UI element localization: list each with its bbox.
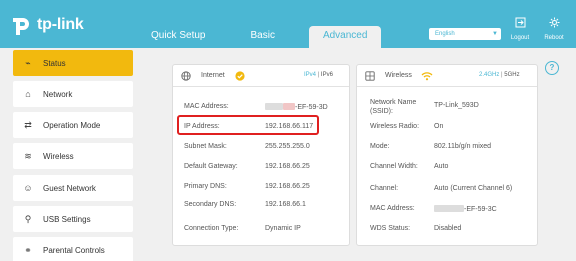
- row-label: Mode:: [370, 143, 390, 150]
- ipv6-tab[interactable]: IPv6: [321, 72, 333, 78]
- row-label: Connection Type:: [184, 225, 239, 232]
- help-button[interactable]: ?: [545, 61, 559, 75]
- row-label: Secondary DNS:: [184, 201, 237, 208]
- row-label: Wireless Radio:: [370, 123, 420, 130]
- row-value-wrap: -EF-59-3D: [265, 103, 328, 111]
- sidebar-item-label: Status: [43, 58, 66, 68]
- separator: |: [317, 72, 320, 78]
- row-label: Subnet Mask:: [184, 143, 227, 150]
- sidebar-item-label: Operation Mode: [43, 120, 101, 130]
- operation-mode-icon: ⇄: [24, 119, 32, 130]
- tab-basic[interactable]: Basic: [239, 26, 285, 48]
- row-label: Channel Width:: [370, 163, 418, 170]
- wireless-panel-header: Wireless 2.4GHz | 5GHz: [357, 65, 537, 87]
- row-value: On: [434, 123, 444, 130]
- sidebar-item-operation-mode[interactable]: ⇄ Operation Mode: [13, 112, 133, 138]
- row-label: Channel:: [370, 185, 399, 192]
- row-label: MAC Address:: [370, 205, 415, 212]
- row-label-wrap: Network Name (SSID):: [370, 98, 416, 116]
- sidebar-item-label: Parental Controls: [43, 245, 105, 255]
- row-value: -EF-59-3D: [295, 104, 328, 111]
- sidebar-item-label: Guest Network: [43, 183, 96, 193]
- wireless-panel: Wireless 2.4GHz | 5GHz Network Name (SSI…: [356, 64, 538, 246]
- band-5g-tab[interactable]: 5GHz: [504, 72, 519, 78]
- globe-icon: [181, 71, 191, 81]
- sidebar-item-label: Network: [43, 89, 73, 99]
- row-value: Auto (Current Channel 6): [434, 185, 513, 192]
- internet-title: Internet: [201, 72, 225, 79]
- usb-icon: ⚲: [24, 213, 32, 224]
- logout-icon: [508, 17, 532, 32]
- row-value: 192.168.66.25: [265, 163, 310, 170]
- row-value: Auto: [434, 163, 449, 170]
- ipv4-tab[interactable]: IPv4: [304, 72, 316, 78]
- row-value: 192.168.66.1: [265, 201, 306, 208]
- guest-icon: ☺: [23, 183, 33, 193]
- language-value: English: [435, 31, 455, 37]
- top-bar: tp-link Quick Setup Basic Advanced Engli…: [0, 0, 576, 48]
- sidebar-item-wireless[interactable]: ≋ Wireless: [13, 143, 133, 169]
- sidebar-item-status[interactable]: ⌁ Status: [13, 50, 133, 76]
- chevron-down-icon: ▼: [492, 31, 498, 37]
- logout-label: Logout: [510, 35, 530, 41]
- row-value: TP-Link_593D: [434, 102, 479, 109]
- row-label: Default Gateway:: [184, 163, 238, 170]
- redacted-block: [434, 205, 464, 212]
- parental-icon: ⚭: [24, 244, 32, 255]
- row-label: WDS Status:: [370, 225, 411, 232]
- router-icon: [365, 71, 375, 81]
- separator: |: [501, 72, 503, 78]
- row-label: Primary DNS:: [184, 183, 227, 190]
- tp-link-logo-icon: [10, 14, 34, 36]
- sidebar-item-label: USB Settings: [43, 214, 91, 224]
- internet-panel-header: Internet IPv4 | IPv6: [173, 65, 349, 87]
- reboot-icon: [542, 17, 566, 32]
- wifi-icon: ≋: [24, 150, 32, 161]
- help-icon: ?: [549, 63, 555, 72]
- pulse-icon: ⌁: [25, 57, 31, 68]
- row-value-wrap: -EF-59-3C: [434, 205, 497, 213]
- row-value: 802.11b/g/n mixed: [434, 143, 492, 150]
- band-toggle: 2.4GHz | 5GHz: [479, 72, 520, 78]
- tab-advanced[interactable]: Advanced: [308, 26, 382, 48]
- ip-version-toggle: IPv4 | IPv6: [304, 72, 333, 78]
- sidebar-item-usb-settings[interactable]: ⚲ USB Settings: [13, 206, 133, 232]
- redacted-block: [265, 103, 283, 110]
- sidebar-item-guest-network[interactable]: ☺ Guest Network: [13, 175, 133, 201]
- tab-quick-setup[interactable]: Quick Setup: [140, 26, 216, 48]
- row-value: Disabled: [434, 225, 462, 232]
- sidebar-item-label: Wireless: [43, 151, 74, 161]
- reboot-label: Reboot: [544, 35, 564, 41]
- tp-link-logo[interactable]: tp-link: [10, 14, 84, 36]
- row-label: MAC Address:: [184, 103, 229, 110]
- ip-address-highlight: [177, 115, 319, 135]
- language-select[interactable]: English ▼: [429, 28, 501, 40]
- network-icon: ⌂: [25, 89, 31, 99]
- row-value: Dynamic IP: [265, 225, 301, 232]
- reboot-button[interactable]: Reboot: [542, 17, 566, 41]
- logout-button[interactable]: Logout: [508, 17, 532, 41]
- internet-panel: Internet IPv4 | IPv6 MAC Address: -EF-59…: [172, 64, 350, 246]
- logo-text: tp-link: [37, 16, 84, 33]
- row-label: Network Name: [370, 99, 417, 106]
- row-label: (SSID):: [370, 108, 393, 115]
- main-nav: Quick Setup Basic Advanced: [140, 26, 404, 48]
- wifi-icon: [421, 71, 433, 81]
- row-value: 192.168.66.25: [265, 183, 310, 190]
- sidebar-item-parental-controls[interactable]: ⚭ Parental Controls: [13, 237, 133, 261]
- row-value: 255.255.255.0: [265, 143, 310, 150]
- band-2g-tab[interactable]: 2.4GHz: [479, 72, 499, 78]
- wireless-title: Wireless: [385, 72, 412, 79]
- sidebar-item-network[interactable]: ⌂ Network: [13, 81, 133, 107]
- check-circle-icon: [235, 71, 245, 81]
- row-value: -EF-59-3C: [464, 206, 497, 213]
- redacted-block: [283, 103, 295, 110]
- sidebar: ⌁ Status ⌂ Network ⇄ Operation Mode ≋ Wi…: [0, 48, 139, 261]
